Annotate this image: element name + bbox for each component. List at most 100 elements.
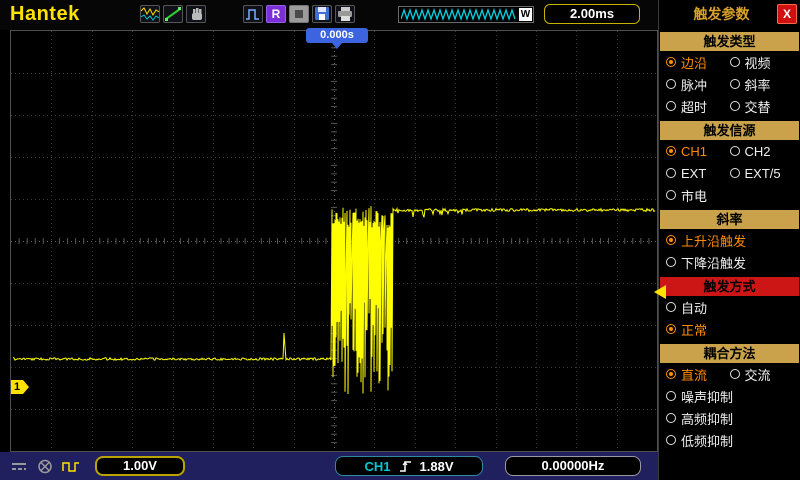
radio-option-pulse[interactable]: 脉冲 (666, 75, 730, 94)
option-label: 边沿 (681, 55, 708, 71)
bottom-status-bar: 1.00V CH1 1.88V 0.00000Hz (0, 452, 658, 480)
close-icon[interactable]: X (777, 4, 797, 24)
radio-icon (729, 57, 740, 67)
radio-icon (666, 324, 676, 334)
save-icon[interactable] (312, 5, 332, 23)
record-icon[interactable]: R (266, 5, 286, 23)
option-row: 边沿 视频 (659, 51, 800, 73)
radio-icon (666, 57, 676, 67)
radio-icon (666, 435, 676, 445)
stop-icon[interactable] (289, 5, 309, 23)
radio-option-normal[interactable]: 正常 (666, 320, 793, 339)
radio-option-alternate[interactable]: 交替 (729, 97, 794, 116)
pulse-wave-icon (246, 9, 259, 20)
radio-icon (666, 146, 676, 156)
option-row: 自动 (659, 296, 800, 318)
option-row: 低频抑制 (659, 429, 800, 451)
radio-icon (729, 168, 740, 178)
radio-icon (666, 257, 676, 267)
radio-option-auto[interactable]: 自动 (666, 298, 793, 317)
radio-option-ch2[interactable]: CH2 (729, 144, 794, 159)
hand-tool-icon[interactable] (186, 5, 206, 23)
brand-logo: Hantek (10, 3, 80, 25)
trigger-settings-panel: 触发参数 X 触发类型 边沿 视频 脉冲 斜率 超时 交替 触发信源 CH1 CH2 EXT EXT/… (658, 0, 800, 480)
section-header-trigger-type: 触发类型 (660, 32, 799, 51)
radio-option-timeout[interactable]: 超时 (666, 97, 730, 116)
pulse-icon[interactable] (243, 5, 263, 23)
radio-option-ext5[interactable]: EXT/5 (729, 165, 794, 181)
frequency-readout: 0.00000Hz (505, 456, 641, 476)
option-label: 市电 (681, 188, 708, 204)
option-label: 交替 (744, 99, 771, 115)
radio-option-video[interactable]: 视频 (729, 53, 794, 72)
radio-option-lf-reject[interactable]: 低频抑制 (666, 431, 793, 450)
radio-option-line[interactable]: 市电 (666, 186, 793, 205)
section-header-coupling: 耦合方法 (660, 344, 799, 363)
option-label: EXT/5 (744, 165, 781, 181)
window-marker[interactable]: W (519, 8, 532, 21)
stop-square-icon (295, 10, 303, 18)
floppy-icon (315, 7, 329, 20)
option-row: 脉冲 斜率 (659, 73, 800, 95)
option-label: 正常 (681, 322, 708, 338)
trigger-readout: CH1 1.88V (335, 456, 483, 476)
trigger-position-marker[interactable]: 0.000s (306, 28, 368, 49)
radio-option-slope[interactable]: 斜率 (729, 75, 794, 94)
toolbar-group-left (140, 5, 206, 23)
print-icon[interactable] (335, 5, 355, 23)
waveform-display-icon[interactable] (140, 5, 160, 23)
squarewave-icon[interactable] (60, 458, 81, 474)
option-row: 直流 交流 (659, 363, 800, 385)
option-label: 超时 (681, 99, 708, 115)
memory-position-bar[interactable]: W (398, 6, 534, 23)
option-row: 超时 交替 (659, 95, 800, 117)
radio-option-rising-edge[interactable]: 上升沿触发 (666, 231, 793, 250)
radio-icon (729, 101, 740, 111)
trigger-sections: 触发类型 边沿 视频 脉冲 斜率 超时 交替 触发信源 CH1 CH2 EXT EXT/5 市电 斜率 上升… (659, 32, 800, 451)
ground-icon[interactable] (34, 458, 55, 474)
radio-icon (666, 235, 676, 245)
waveform-thumbnail-icon (141, 7, 159, 21)
channel1-marker[interactable]: 1 (11, 380, 29, 394)
rising-edge-icon (399, 461, 411, 472)
trigger-level-marker[interactable] (654, 285, 666, 299)
option-label: CH1 (681, 143, 708, 159)
option-row: EXT EXT/5 (659, 162, 800, 184)
trigger-position-pointer (332, 43, 342, 49)
option-label: 交流 (744, 367, 771, 383)
cursor-measure-icon[interactable] (163, 5, 183, 23)
radio-option-edge[interactable]: 边沿 (666, 53, 730, 72)
option-label: 下降沿触发 (681, 255, 747, 271)
toolbar-group-mid: R (243, 5, 355, 23)
radio-option-noise-reject[interactable]: 噪声抑制 (666, 387, 793, 406)
hand-icon (192, 8, 202, 20)
dc-coupling-icon[interactable] (8, 458, 29, 474)
option-label: EXT (681, 165, 707, 181)
radio-icon (729, 146, 740, 156)
panel-title: 触发参数 (693, 6, 750, 22)
radio-option-ext[interactable]: EXT (666, 166, 730, 181)
radio-option-hf-reject[interactable]: 高频抑制 (666, 409, 793, 428)
timebase-readout: 2.00ms (544, 4, 640, 24)
radio-icon (666, 190, 676, 200)
radio-option-ch1[interactable]: CH1 (666, 144, 730, 159)
radio-icon (666, 413, 676, 423)
printer-icon (338, 7, 352, 21)
ch1-waveform (12, 206, 656, 395)
option-label: 斜率 (744, 77, 771, 93)
option-label: 上升沿触发 (681, 233, 747, 249)
radio-icon (666, 391, 676, 401)
radio-icon (666, 168, 676, 178)
radio-option-dc[interactable]: 直流 (666, 365, 730, 384)
top-toolbar: Hantek R W 2.00ms (0, 0, 658, 30)
option-row: 正常 (659, 318, 800, 340)
radio-option-falling-edge[interactable]: 下降沿触发 (666, 253, 793, 272)
radio-icon (666, 302, 676, 312)
radio-option-ac[interactable]: 交流 (729, 365, 794, 384)
radio-icon (666, 101, 676, 111)
trigger-level-readout: 1.88V (419, 458, 454, 474)
trigger-position-label: 0.000s (320, 29, 354, 41)
option-row: 噪声抑制 (659, 385, 800, 407)
panel-title-bar: 触发参数 X (659, 0, 800, 28)
radio-icon (666, 79, 676, 89)
